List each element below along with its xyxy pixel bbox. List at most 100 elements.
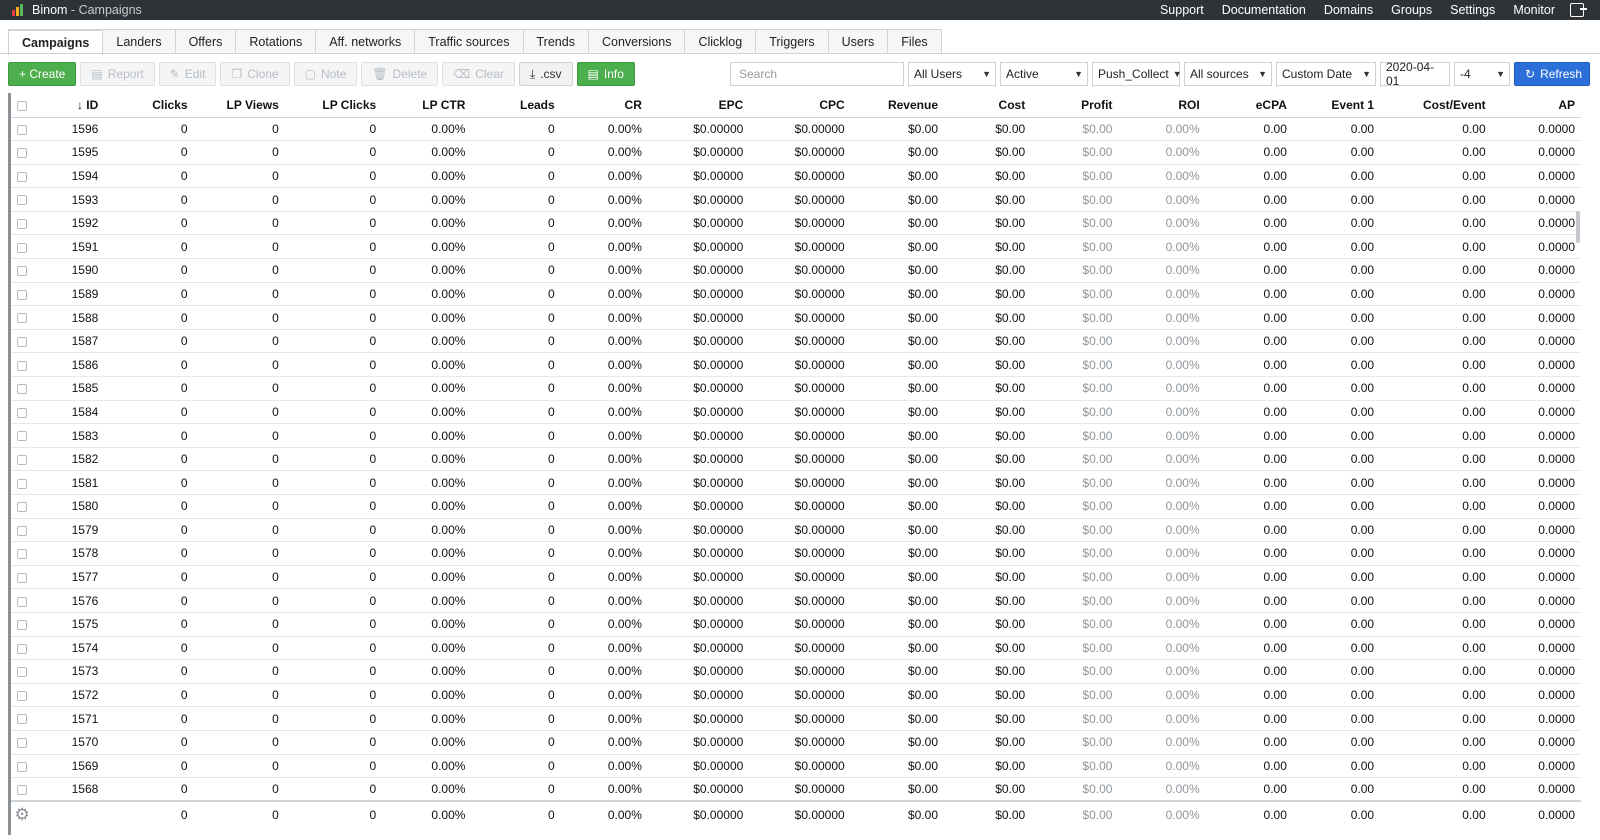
table-row[interactable]: 1569 0 0 0 0.00% 0 0.00% $0.00000 $0.00000 $0.00 $… [11, 754, 1581, 779]
row-checkbox[interactable] [11, 777, 34, 802]
column-header-roi[interactable]: ROI [1118, 93, 1206, 118]
row-checkbox[interactable] [11, 187, 34, 212]
report-button[interactable]: ▤ Report [80, 62, 155, 86]
table-row[interactable]: 1584 0 0 0 0.00% 0 0.00% $0.00000 $0.00000 $0.00 $… [11, 400, 1581, 425]
row-checkbox[interactable] [11, 400, 34, 425]
tab-conversions[interactable]: Conversions [587, 29, 686, 54]
column-header-revenue[interactable]: Revenue [850, 93, 944, 118]
date-mode-select[interactable]: Custom Date ▼ [1276, 62, 1376, 86]
column-header-ap[interactable]: AP [1491, 93, 1581, 118]
row-checkbox[interactable] [11, 447, 34, 472]
column-header-leads[interactable]: Leads [471, 93, 561, 118]
row-checkbox[interactable] [11, 211, 34, 236]
column-header-profit[interactable]: Profit [1031, 93, 1119, 118]
row-checkbox[interactable] [11, 730, 34, 755]
menu-settings[interactable]: Settings [1450, 3, 1495, 17]
row-checkbox[interactable] [11, 754, 34, 779]
table-row[interactable]: 1582 0 0 0 0.00% 0 0.00% $0.00000 $0.00000 $0.00 $… [11, 447, 1581, 472]
tab-triggers[interactable]: Triggers [755, 29, 829, 54]
refresh-button[interactable]: ↻ Refresh [1514, 62, 1590, 86]
tab-files[interactable]: Files [887, 29, 942, 54]
column-header-cost[interactable]: Cost [944, 93, 1032, 118]
info-button[interactable]: ▤ Info [576, 62, 635, 86]
tab-trends[interactable]: Trends [522, 29, 589, 54]
create-button[interactable]: + Create [8, 62, 77, 86]
timezone-select[interactable]: -4 ▼ [1454, 62, 1510, 86]
column-header-event-1[interactable]: Event 1 [1292, 93, 1381, 118]
table-row[interactable]: 1591 0 0 0 0.00% 0 0.00% $0.00000 $0.00000 $0.00 $… [11, 234, 1581, 260]
tab-clicklog[interactable]: Clicklog [684, 29, 757, 54]
row-checkbox[interactable] [11, 117, 34, 142]
gear-icon[interactable]: ⚙ [15, 805, 30, 824]
table-row[interactable]: 1583 0 0 0 0.00% 0 0.00% $0.00000 $0.00000 $0.00 $… [11, 423, 1581, 448]
menu-monitor[interactable]: Monitor [1513, 3, 1555, 17]
table-row[interactable]: 1580 0 0 0 0.00% 0 0.00% $0.00000 $0.00000 $0.00 $… [11, 494, 1581, 519]
edit-button[interactable]: ✎ Edit [158, 62, 217, 86]
table-row[interactable]: 1585 0 0 0 0.00% 0 0.00% $0.00000 $0.00000 $0.00 $… [11, 376, 1581, 401]
table-row[interactable]: 1570 0 0 0 0.00% 0 0.00% $0.00000 $0.00000 $0.00 $… [11, 730, 1581, 755]
row-checkbox[interactable] [11, 565, 34, 590]
table-row[interactable]: 1594 0 0 0 0.00% 0 0.00% $0.00000 $0.00000 $0.00 $… [11, 164, 1581, 189]
status-select[interactable]: Active ▼ [1000, 62, 1088, 86]
users-select[interactable]: All Users ▼ [908, 62, 996, 86]
column-header-lp-views[interactable]: LP Views [193, 93, 285, 118]
group-select[interactable]: Push_Collect ▼ [1092, 62, 1182, 86]
row-checkbox[interactable] [11, 541, 34, 566]
clear-button[interactable]: ⌫ Clear [442, 62, 515, 86]
table-row[interactable]: 1596 0 0 0 0.00% 0 0.00% $0.00000 $0.00000 $0.00 $… [11, 117, 1581, 142]
note-button[interactable]: ▢ Note [293, 62, 358, 86]
date-input[interactable]: 2020-04-01 [1380, 60, 1450, 88]
row-checkbox[interactable] [11, 282, 34, 307]
column-header-lp-ctr[interactable]: LP CTR [382, 93, 472, 118]
row-checkbox[interactable] [11, 659, 34, 684]
menu-groups[interactable]: Groups [1391, 3, 1432, 17]
table-row[interactable]: 1581 0 0 0 0.00% 0 0.00% $0.00000 $0.00000 $0.00 $… [11, 470, 1581, 495]
row-checkbox[interactable] [11, 612, 34, 637]
table-row[interactable]: 1590 0 0 0 0.00% 0 0.00% $0.00000 $0.00000 $0.00 $… [11, 258, 1581, 283]
column-header-ecpa[interactable]: eCPA [1205, 93, 1293, 118]
row-checkbox[interactable] [11, 423, 34, 448]
tab-users[interactable]: Users [827, 29, 889, 54]
table-row[interactable]: 1593 0 0 0 0.00% 0 0.00% $0.00000 $0.00000 $0.00 $… [11, 187, 1581, 212]
row-checkbox[interactable] [11, 329, 34, 354]
table-row[interactable]: 1579 0 0 0 0.00% 0 0.00% $0.00000 $0.00000 $0.00 $… [11, 518, 1581, 543]
table-row[interactable]: 1568 0 0 0 0.00% 0 0.00% $0.00000 $0.00000 $0.00 $… [11, 777, 1581, 802]
row-checkbox[interactable] [11, 518, 34, 543]
row-checkbox[interactable] [11, 683, 34, 708]
table-row[interactable]: 1574 0 0 0 0.00% 0 0.00% $0.00000 $0.00000 $0.00 $… [11, 636, 1581, 661]
table-scrollbar[interactable] [1576, 211, 1580, 243]
menu-domains[interactable]: Domains [1324, 3, 1373, 17]
row-checkbox[interactable] [11, 376, 34, 401]
clone-button[interactable]: ❐ Clone [220, 62, 290, 86]
menu-support[interactable]: Support [1160, 3, 1204, 17]
row-checkbox[interactable] [11, 258, 34, 283]
column-header-id[interactable]: ↓ ID [33, 93, 105, 118]
column-header-lp-clicks[interactable]: LP Clicks [284, 93, 383, 118]
column-header-cpc[interactable]: CPC [749, 93, 851, 118]
table-settings-gear[interactable]: ⚙ [11, 800, 34, 828]
table-row[interactable]: 1592 0 0 0 0.00% 0 0.00% $0.00000 $0.00000 $0.00 $… [11, 211, 1581, 236]
table-row[interactable]: 1575 0 0 0 0.00% 0 0.00% $0.00000 $0.00000 $0.00 $… [11, 612, 1581, 637]
select-all-checkbox[interactable] [11, 93, 34, 118]
table-row[interactable]: 1573 0 0 0 0.00% 0 0.00% $0.00000 $0.00000 $0.00 $… [11, 659, 1581, 684]
sources-select[interactable]: All sources ▼ [1184, 62, 1272, 86]
csv-export-button[interactable]: ⤓ .csv [518, 62, 573, 86]
search-input[interactable]: Search [730, 62, 904, 86]
tab-aff-networks[interactable]: Aff. networks [315, 29, 416, 54]
column-header-epc[interactable]: EPC [647, 93, 750, 118]
row-checkbox[interactable] [11, 494, 34, 519]
table-row[interactable]: 1587 0 0 0 0.00% 0 0.00% $0.00000 $0.00000 $0.00 $… [11, 329, 1581, 354]
row-checkbox[interactable] [11, 234, 34, 260]
menu-documentation[interactable]: Documentation [1222, 3, 1306, 17]
row-checkbox[interactable] [11, 140, 34, 165]
table-row[interactable]: 1572 0 0 0 0.00% 0 0.00% $0.00000 $0.00000 $0.00 $… [11, 683, 1581, 708]
table-row[interactable]: 1578 0 0 0 0.00% 0 0.00% $0.00000 $0.00000 $0.00 $… [11, 541, 1581, 566]
row-checkbox[interactable] [11, 636, 34, 661]
tab-rotations[interactable]: Rotations [235, 29, 317, 54]
row-checkbox[interactable] [11, 470, 34, 495]
column-header-cost-event[interactable]: Cost/Event [1380, 93, 1492, 118]
table-row[interactable]: 1577 0 0 0 0.00% 0 0.00% $0.00000 $0.00000 $0.00 $… [11, 565, 1581, 590]
row-checkbox[interactable] [11, 352, 34, 378]
tab-traffic-sources[interactable]: Traffic sources [414, 29, 524, 54]
delete-button[interactable]: 🗑 Delete [361, 62, 439, 86]
